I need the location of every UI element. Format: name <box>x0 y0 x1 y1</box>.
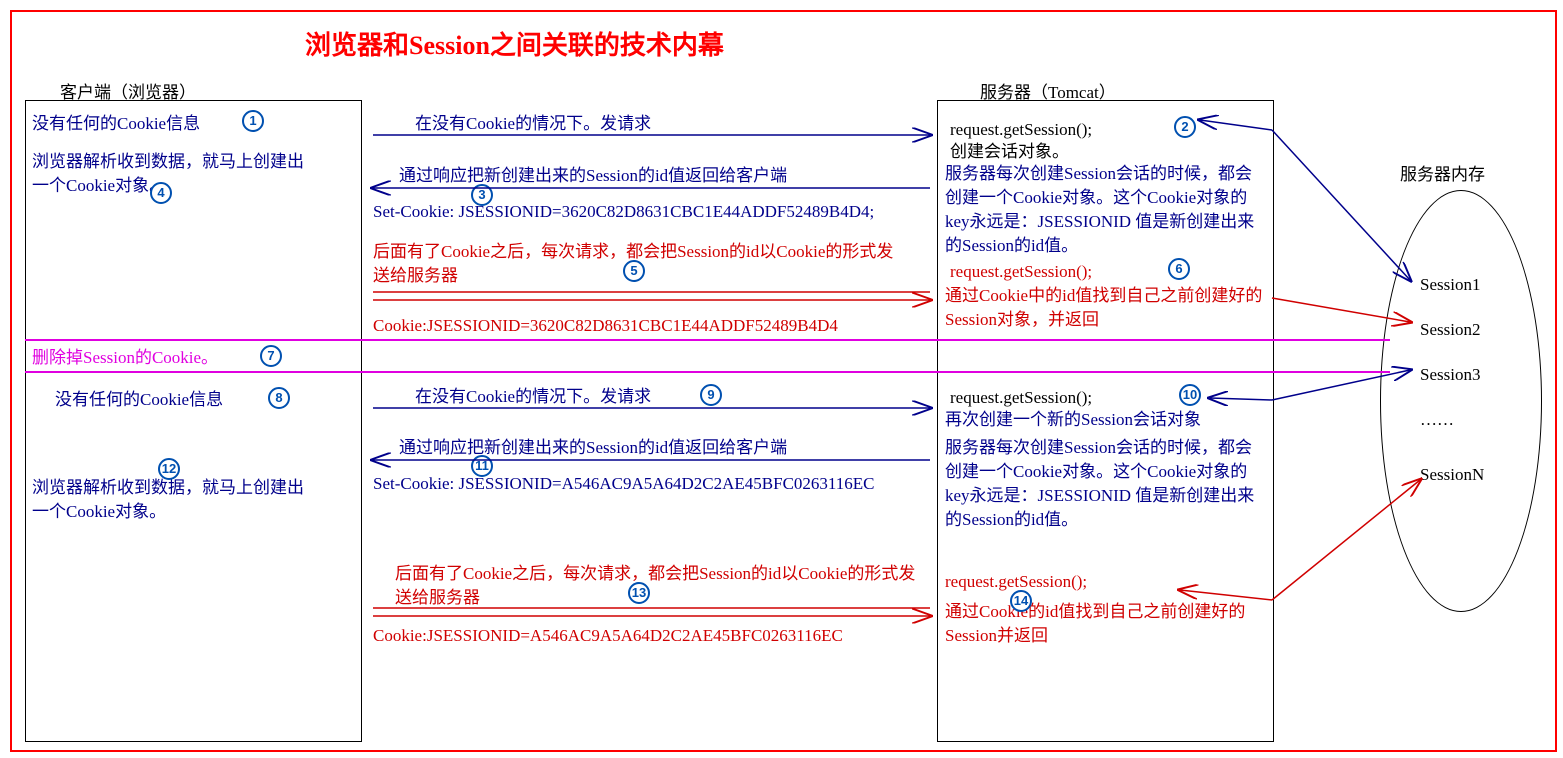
flow-cookiehdr1: Cookie:JSESSIONID=3620C82D8631CBC1E44ADD… <box>373 314 838 338</box>
mem-s2: Session2 <box>1420 320 1480 340</box>
badge-7: 7 <box>260 345 282 367</box>
server-recreate: 再次创建一个新的Session会话对象 <box>945 408 1265 432</box>
server-getsession3: request.getSession(); <box>950 386 1092 410</box>
server-findcookie1: 通过Cookie中的id值找到自己之前创建好的Session对象，并返回 <box>945 284 1265 332</box>
server-create: 创建会话对象。 <box>950 140 1069 164</box>
server-getsession2: request.getSession(); <box>950 260 1092 284</box>
badge-4: 4 <box>150 182 172 204</box>
badge-12: 12 <box>158 458 180 480</box>
client-delete-cookie: 删除掉Session的Cookie。 <box>32 346 218 370</box>
flow-resp1: 通过响应把新创建出来的Session的id值返回给客户端 <box>399 164 787 188</box>
badge-10: 10 <box>1179 384 1201 406</box>
memory-label: 服务器内存 <box>1400 160 1485 185</box>
mem-s3: Session3 <box>1420 365 1480 385</box>
mem-s1: Session1 <box>1420 275 1480 295</box>
mem-dots: …… <box>1420 410 1454 430</box>
badge-11: 11 <box>471 455 493 477</box>
client-parse-2: 浏览器解析收到数据，就马上创建出一个Cookie对象。 <box>32 476 312 524</box>
badge-6: 6 <box>1168 258 1190 280</box>
server-everycreate1: 服务器每次创建Session会话的时候，都会创建一个Cookie对象。这个Coo… <box>945 162 1265 258</box>
server-everycreate2: 服务器每次创建Session会话的时候，都会创建一个Cookie对象。这个Coo… <box>945 436 1265 532</box>
badge-8: 8 <box>268 387 290 409</box>
flow-setcookie2: Set-Cookie: JSESSIONID=A546AC9A5A64D2C2A… <box>373 472 875 496</box>
badge-13: 13 <box>628 582 650 604</box>
flow-after2: 后面有了Cookie之后，每次请求，都会把Session的id以Cookie的形… <box>395 562 925 610</box>
badge-1: 1 <box>242 110 264 132</box>
flow-req2: 在没有Cookie的情况下。发请求 <box>415 385 651 409</box>
badge-14: 14 <box>1010 590 1032 612</box>
client-no-cookie-2: 没有任何的Cookie信息 <box>55 388 223 412</box>
memory-oval <box>1380 190 1542 612</box>
flow-setcookie1: Set-Cookie: JSESSIONID=3620C82D8631CBC1E… <box>373 200 874 224</box>
badge-3: 3 <box>471 184 493 206</box>
mem-sn: SessionN <box>1420 465 1484 485</box>
client-no-cookie-1: 没有任何的Cookie信息 <box>32 112 200 136</box>
diagram-title: 浏览器和Session之间关联的技术内幕 <box>305 25 724 62</box>
badge-9: 9 <box>700 384 722 406</box>
flow-resp2: 通过响应把新创建出来的Session的id值返回给客户端 <box>399 436 787 460</box>
flow-cookiehdr2: Cookie:JSESSIONID=A546AC9A5A64D2C2AE45BF… <box>373 624 843 648</box>
server-getsession1: request.getSession(); <box>950 118 1092 142</box>
diagram-root: 浏览器和Session之间关联的技术内幕 客户端（浏览器） 服务器（Tomcat… <box>0 0 1563 758</box>
client-parse-1: 浏览器解析收到数据，就马上创建出一个Cookie对象。 <box>32 150 312 198</box>
badge-5: 5 <box>623 260 645 282</box>
flow-req1: 在没有Cookie的情况下。发请求 <box>415 112 651 136</box>
badge-2: 2 <box>1174 116 1196 138</box>
server-findcookie2: 通过Cookie的id值找到自己之前创建好的Session并返回 <box>945 600 1265 648</box>
